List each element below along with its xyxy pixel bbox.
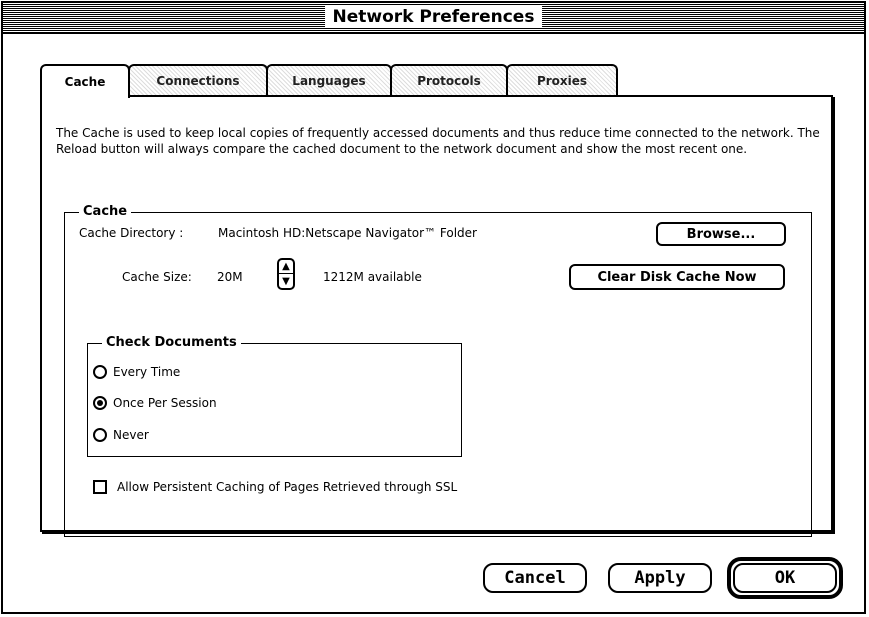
ssl-caching-checkbox[interactable] [93,480,107,494]
stepper-divider [279,273,293,274]
cache-group-label: Cache [79,204,132,220]
cache-directory-label: Cache Directory : [79,226,184,240]
available-space: 1212M available [323,270,422,284]
cache-size-stepper[interactable]: ▲ ▼ [277,258,295,290]
radio-every-time[interactable] [93,365,107,379]
apply-button[interactable]: Apply [608,563,712,593]
radio-never[interactable] [93,428,107,442]
cache-directory-value: Macintosh HD:Netscape Navigator™ Folder [218,226,477,240]
tab-protocols[interactable]: Protocols [390,64,508,95]
check-documents-label: Check Documents [102,335,241,351]
cache-panel: The Cache is used to keep local copies o… [40,95,833,537]
radio-once-per-session-label[interactable]: Once Per Session [113,395,217,411]
browse-button[interactable]: Browse... [656,222,786,246]
tab-languages[interactable]: Languages [266,64,392,95]
radio-never-label[interactable]: Never [113,427,149,443]
stepper-down-icon[interactable]: ▼ [279,275,293,289]
ssl-caching-label[interactable]: Allow Persistent Caching of Pages Retrie… [117,479,457,495]
tab-proxies[interactable]: Proxies [506,64,618,95]
tab-connections[interactable]: Connections [128,64,268,95]
cache-description: The Cache is used to keep local copies o… [56,126,820,156]
ok-button[interactable]: OK [733,563,837,593]
window-title: Network Preferences [324,6,543,28]
title-bar[interactable]: Network Preferences [3,3,864,34]
radio-every-time-label[interactable]: Every Time [113,364,180,380]
cache-size-label: Cache Size: [122,270,192,284]
tab-cache[interactable]: Cache [40,64,130,98]
radio-once-per-session[interactable] [93,396,107,410]
stepper-up-icon[interactable]: ▲ [279,260,293,274]
clear-disk-cache-button[interactable]: Clear Disk Cache Now [569,264,785,290]
cache-size-value: 20M [217,270,243,284]
cancel-button[interactable]: Cancel [483,563,587,593]
